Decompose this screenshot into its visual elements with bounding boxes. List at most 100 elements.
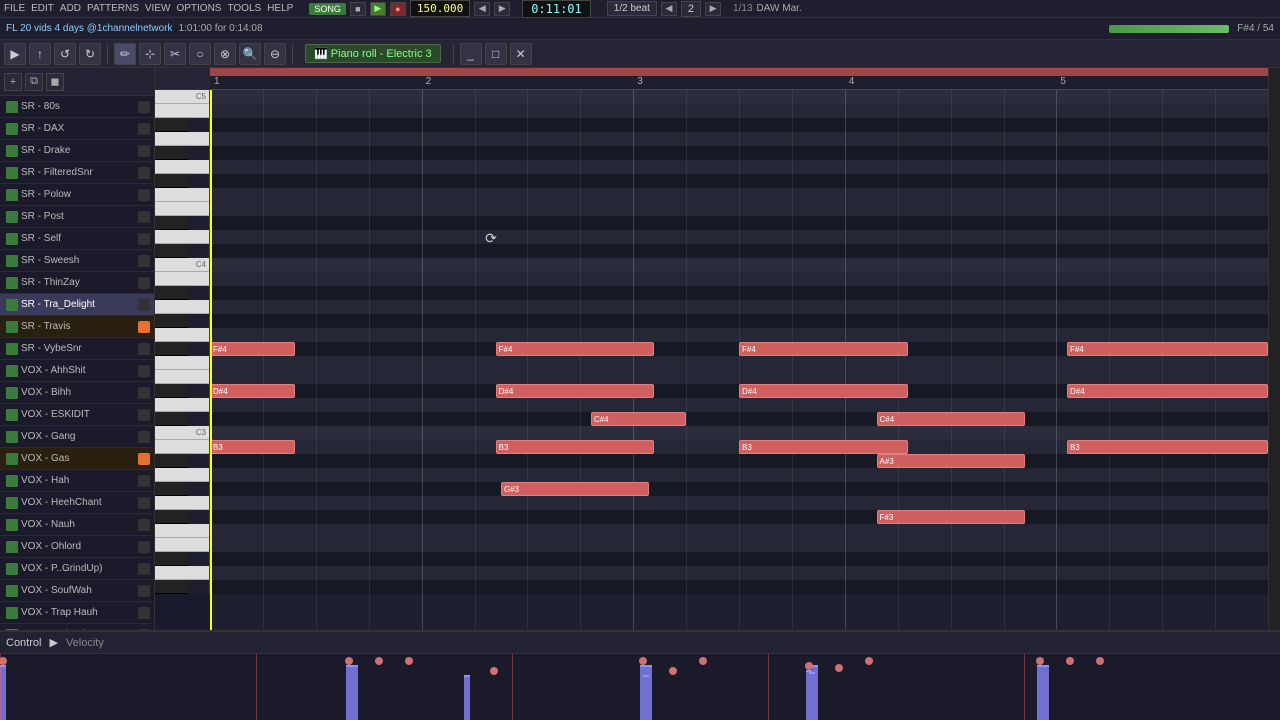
beat-display[interactable]: 1/2 beat (607, 1, 657, 16)
note-block[interactable]: B3 (496, 440, 655, 454)
piano-white-key[interactable]: C5 (155, 90, 209, 104)
measure-ruler[interactable]: 12345 (210, 68, 1268, 90)
piano-white-key[interactable] (155, 230, 209, 244)
add-track-btn[interactable]: + (4, 73, 22, 91)
mute-tool[interactable]: ○ (189, 43, 211, 65)
track-item[interactable]: VOX - HeehChant (0, 492, 154, 514)
piano-white-key[interactable] (155, 566, 209, 580)
note-block[interactable]: D#4 (1067, 384, 1268, 398)
piano-white-key[interactable] (155, 538, 209, 552)
piano-white-key[interactable] (155, 440, 209, 454)
track-item[interactable]: SR - Sweesh (0, 250, 154, 272)
note-block[interactable]: F#4 (1067, 342, 1268, 356)
piano-white-key[interactable] (155, 202, 209, 216)
piano-white-key[interactable] (155, 328, 209, 342)
maximize-btn[interactable]: □ (485, 43, 507, 65)
track-item[interactable]: SR - FilteredSnr (0, 162, 154, 184)
note-block[interactable]: B3 (210, 440, 295, 454)
piano-white-key[interactable] (155, 188, 209, 202)
track-item[interactable]: VOX - Ohlord (0, 536, 154, 558)
piano-white-key[interactable] (155, 132, 209, 146)
bpm-down[interactable]: ◀ (474, 2, 490, 16)
beat-next[interactable]: ▶ (705, 2, 721, 16)
beat-prev[interactable]: ◀ (661, 2, 677, 16)
piano-black-key[interactable] (155, 216, 188, 230)
menu-patterns[interactable]: PATTERNS (87, 3, 139, 14)
piano-black-key[interactable] (155, 342, 188, 356)
delete-tool[interactable]: ✂ (164, 43, 186, 65)
nav-up-btn[interactable]: ↑ (29, 43, 51, 65)
piano-white-key[interactable]: C3 (155, 426, 209, 440)
note-block[interactable]: B3 (1067, 440, 1268, 454)
piano-white-key[interactable] (155, 468, 209, 482)
zoom-in-btn[interactable]: 🔍 (239, 43, 261, 65)
note-grid[interactable]: F#4D#4B3F#4D#4B3G#3C#4F#4D#4B3C#4A#3F#3F… (210, 90, 1268, 630)
piano-keys[interactable]: C5 C4 C3 (155, 90, 210, 594)
play-button[interactable]: ▶ (370, 2, 386, 16)
piano-white-key[interactable] (155, 370, 209, 384)
track-item[interactable]: SR - Travis (0, 316, 154, 338)
menu-help[interactable]: HELP (267, 3, 293, 14)
piano-black-key[interactable] (155, 510, 188, 524)
track-item[interactable]: SR - DAX (0, 118, 154, 140)
menu-add[interactable]: ADD (60, 3, 81, 14)
piano-black-key[interactable] (155, 314, 188, 328)
note-block[interactable]: F#4 (496, 342, 655, 356)
note-block[interactable]: D#4 (210, 384, 295, 398)
piano-white-key[interactable] (155, 300, 209, 314)
piano-white-key[interactable] (155, 104, 209, 118)
pencil-tool[interactable]: ✏ (114, 43, 136, 65)
clone-track-btn[interactable]: ⧉ (25, 73, 43, 91)
track-item[interactable]: SR - VybeSnr (0, 338, 154, 360)
slice-tool[interactable]: ⊗ (214, 43, 236, 65)
mute-track-btn[interactable]: ◼ (46, 73, 64, 91)
piano-black-key[interactable] (155, 146, 188, 160)
track-item[interactable]: VOX - Trap Hauh (0, 602, 154, 624)
piano-black-key[interactable] (155, 244, 188, 258)
note-block[interactable]: C#4 (877, 412, 1025, 426)
piano-white-key[interactable]: C4 (155, 258, 209, 272)
track-item[interactable]: VOX - WaiWah (0, 624, 154, 630)
piano-white-key[interactable] (155, 160, 209, 174)
track-item[interactable]: VOX - Nauh (0, 514, 154, 536)
undo-btn[interactable]: ↺ (54, 43, 76, 65)
track-item[interactable]: SR - Drake (0, 140, 154, 162)
track-item[interactable]: VOX - Gas (0, 448, 154, 470)
note-block[interactable]: B3 (739, 440, 908, 454)
menu-tools[interactable]: TOOLS (227, 3, 261, 14)
zoom-out-btn[interactable]: ⊖ (264, 43, 286, 65)
select-tool[interactable]: ⊹ (139, 43, 161, 65)
piano-black-key[interactable] (155, 580, 188, 594)
vertical-scrollbar[interactable] (1268, 68, 1280, 90)
redo-btn[interactable]: ↻ (79, 43, 101, 65)
piano-white-key[interactable] (155, 272, 209, 286)
play-toolbar-btn[interactable]: ▶ (4, 43, 26, 65)
piano-black-key[interactable] (155, 286, 188, 300)
piano-black-key[interactable] (155, 454, 188, 468)
track-item[interactable]: VOX - AhhShit (0, 360, 154, 382)
track-item[interactable]: VOX - SoufWah (0, 580, 154, 602)
note-block[interactable]: A#3 (877, 454, 1025, 468)
track-item[interactable]: VOX - Bihh (0, 382, 154, 404)
note-block[interactable]: C#4 (591, 412, 686, 426)
note-block[interactable]: F#3 (877, 510, 1025, 524)
piano-black-key[interactable] (155, 412, 188, 426)
piano-white-key[interactable] (155, 496, 209, 510)
song-button[interactable]: SONG (309, 3, 346, 15)
menu-view[interactable]: VIEW (145, 3, 171, 14)
track-item[interactable]: SR - Post (0, 206, 154, 228)
piano-white-key[interactable] (155, 356, 209, 370)
note-block[interactable]: F#4 (739, 342, 908, 356)
stop-button[interactable]: ■ (350, 2, 366, 16)
velocity-area[interactable] (0, 654, 1280, 720)
track-item[interactable]: SR - Tra_Delight (0, 294, 154, 316)
track-item[interactable]: VOX - ESKIDIT (0, 404, 154, 426)
note-block[interactable]: D#4 (739, 384, 908, 398)
minimize-btn[interactable]: _ (460, 43, 482, 65)
track-item[interactable]: SR - Polow (0, 184, 154, 206)
bpm-up[interactable]: ▶ (494, 2, 510, 16)
piano-black-key[interactable] (155, 174, 188, 188)
menu-options[interactable]: OPTIONS (176, 3, 221, 14)
piano-black-key[interactable] (155, 118, 188, 132)
track-item[interactable]: SR - Self (0, 228, 154, 250)
